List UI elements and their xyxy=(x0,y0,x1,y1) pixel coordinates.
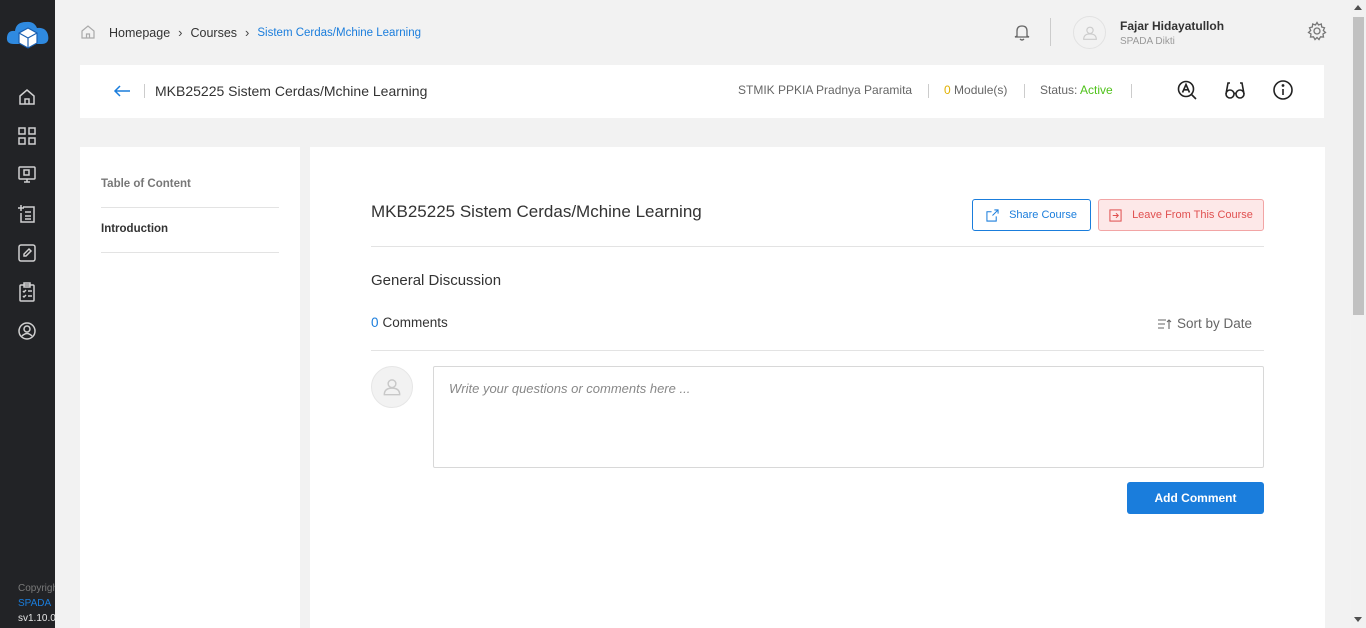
comment-count-number: 0 xyxy=(371,315,379,330)
user-avatar[interactable] xyxy=(1073,16,1106,49)
sidebar-footer: Copyright SPADA sv1.10.0 xyxy=(18,581,55,626)
toc-divider xyxy=(101,252,279,253)
nav-grid-icon[interactable] xyxy=(15,124,39,148)
spada-logo-icon[interactable] xyxy=(4,14,52,56)
discussion-title: General Discussion xyxy=(371,272,502,289)
commenter-avatar xyxy=(371,366,413,408)
breadcrumb-current[interactable]: Sistem Cerdas/Mchine Learning xyxy=(257,27,421,39)
course-title: MKB25225 Sistem Cerdas/Mchine Learning xyxy=(155,83,428,99)
chevron-right-icon: › xyxy=(178,25,183,40)
nav-clipboard-icon[interactable] xyxy=(15,280,39,304)
status-value: Active xyxy=(1080,83,1113,97)
settings-gear-icon[interactable] xyxy=(1307,21,1327,41)
course-status: Status: Active xyxy=(1040,83,1113,97)
toc-divider xyxy=(101,207,279,208)
back-arrow-icon[interactable] xyxy=(112,82,132,100)
divider xyxy=(144,84,145,98)
breadcrumb-courses[interactable]: Courses xyxy=(191,26,238,40)
module-label: Module(s) xyxy=(954,83,1008,97)
accessibility-icon[interactable] xyxy=(1176,79,1198,101)
toc-item-introduction[interactable]: Introduction xyxy=(101,223,168,235)
scrollbar-thumb[interactable] xyxy=(1353,17,1364,315)
version-text: sv1.10.0 xyxy=(18,613,55,624)
sort-label: Sort by Date xyxy=(1177,316,1253,331)
institution-name: STMIK PPKIA Pradnya Paramita xyxy=(738,83,913,97)
comment-input[interactable] xyxy=(433,366,1264,468)
notification-bell-icon[interactable] xyxy=(1012,22,1032,42)
toc-heading: Table of Content xyxy=(101,178,191,190)
divider xyxy=(928,84,929,98)
sort-icon xyxy=(1158,318,1172,329)
top-header: Homepage › Courses › Sistem Cerdas/Mchin… xyxy=(55,0,1351,64)
breadcrumb: Homepage › Courses › Sistem Cerdas/Mchin… xyxy=(109,25,421,40)
comment-count: 0 Comments xyxy=(371,315,448,330)
divider xyxy=(1131,84,1132,98)
leave-course-label: Leave From This Course xyxy=(1132,209,1253,221)
course-content-panel: MKB25225 Sistem Cerdas/Mchine Learning S… xyxy=(310,147,1325,628)
share-course-button[interactable]: Share Course xyxy=(972,199,1091,231)
module-count: 0 Module(s) xyxy=(944,83,1007,97)
nav-edit-icon[interactable] xyxy=(15,241,39,265)
sidebar: Copyright SPADA sv1.10.0 xyxy=(0,0,55,628)
copyright-text: Copyright xyxy=(18,583,55,594)
comments-label: Comments xyxy=(382,315,448,330)
brand-link[interactable]: SPADA xyxy=(18,596,55,611)
module-count-number: 0 xyxy=(944,83,951,97)
status-label: Status: xyxy=(1040,83,1078,97)
scroll-down-arrow-icon[interactable] xyxy=(1354,617,1362,622)
user-name[interactable]: Fajar Hidayatulloh xyxy=(1120,19,1224,33)
content-title: MKB25225 Sistem Cerdas/Mchine Learning xyxy=(371,202,702,221)
info-icon[interactable] xyxy=(1272,79,1294,101)
add-comment-button[interactable]: Add Comment xyxy=(1127,482,1264,514)
breadcrumb-homepage[interactable]: Homepage xyxy=(109,26,170,40)
chevron-right-icon: › xyxy=(245,25,250,40)
share-icon xyxy=(986,208,999,222)
comments-divider xyxy=(371,350,1264,351)
table-of-content-panel: Table of Content Introduction xyxy=(80,147,300,628)
course-header-bar: MKB25225 Sistem Cerdas/Mchine Learning S… xyxy=(80,65,1324,118)
title-divider xyxy=(371,246,1264,247)
nav-video-icon[interactable] xyxy=(15,162,39,186)
page-scrollbar[interactable] xyxy=(1351,0,1366,628)
breadcrumb-home-icon[interactable] xyxy=(80,24,96,40)
nav-home-icon[interactable] xyxy=(15,85,39,109)
glasses-icon[interactable] xyxy=(1224,79,1246,101)
user-subtitle: SPADA Dikti xyxy=(1120,36,1175,47)
share-course-label: Share Course xyxy=(1009,209,1077,221)
divider xyxy=(1024,84,1025,98)
header-divider xyxy=(1050,18,1051,46)
leave-course-button[interactable]: Leave From This Course xyxy=(1098,199,1264,231)
nav-user-circle-icon[interactable] xyxy=(15,319,39,343)
nav-add-list-icon[interactable] xyxy=(15,202,39,226)
scroll-up-arrow-icon[interactable] xyxy=(1354,5,1362,10)
sort-by-date-button[interactable]: Sort by Date xyxy=(1157,316,1252,331)
exit-icon xyxy=(1109,208,1122,222)
